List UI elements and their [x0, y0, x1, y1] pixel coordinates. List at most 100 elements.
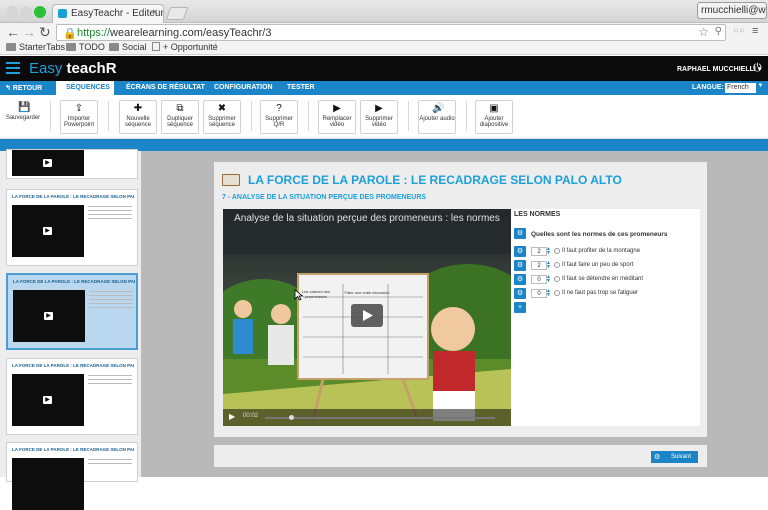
minimize-window-button[interactable] [20, 6, 32, 18]
delete-qa-button[interactable]: ? Supprimer Q/R [260, 100, 298, 134]
tab-tester[interactable]: TESTER [287, 84, 315, 91]
reload-icon[interactable]: ↻ [39, 24, 51, 41]
stepper-arrows-icon[interactable]: ▲ ▼ [546, 247, 552, 256]
favicon-icon [58, 9, 67, 18]
separator [466, 101, 467, 131]
bookmark-star-icon[interactable]: ☆ [698, 25, 709, 39]
whiteboard-col2: Faire une vraie excursion [344, 290, 390, 295]
mouse-cursor-icon [294, 289, 304, 301]
add-answer-button[interactable]: + [514, 302, 526, 313]
video-title: Analyse de la situation perçue des prome… [234, 213, 500, 224]
add-slide-button[interactable]: ▣ Ajouter diapositive [475, 100, 513, 134]
new-tab-button[interactable] [165, 7, 189, 20]
stepper-arrows-icon[interactable]: ▲ ▼ [546, 261, 552, 270]
video-thumbnail [12, 458, 84, 510]
answer-settings-icon[interactable]: ⚙ [514, 288, 526, 299]
back-arrow-icon[interactable]: ← [6, 24, 20, 40]
bottom-bar [214, 445, 707, 467]
delete-video-button[interactable]: ▶ Supprimer vidéo [360, 100, 398, 134]
sequence-title: LA FORCE DE LA PAROLE : LE RECADRAGE SEL… [12, 447, 134, 452]
tab-sequences[interactable]: SÉQUENCES [66, 84, 110, 91]
separator [251, 101, 252, 131]
play-button[interactable] [351, 304, 383, 327]
play-icon: ▶ [44, 312, 53, 320]
tab-close-icon[interactable]: × [152, 7, 158, 18]
video-progress-bar[interactable] [265, 417, 495, 419]
language-select[interactable]: French ▼ [725, 83, 765, 93]
address-bar[interactable]: 🔒 https://wearelearning.com/easyTeachr/3… [56, 24, 726, 41]
sequence-thumbnail-active[interactable]: LA FORCE DE LA PAROLE : LE RECADRAGE SEL… [6, 273, 138, 350]
search-icon[interactable]: ⚲ [715, 26, 722, 37]
bookmark-startertabs[interactable]: StarterTabs [6, 42, 65, 52]
video-progress-thumb[interactable] [289, 415, 294, 420]
answer-radio[interactable] [554, 262, 560, 268]
answer-score-stepper[interactable]: 0 [531, 289, 547, 298]
separator [408, 101, 409, 131]
sequence-title-heading: LA FORCE DE LA PAROLE : LE RECADRAGE SEL… [248, 173, 622, 187]
bookmark-todo[interactable]: TODO [66, 42, 105, 52]
answer-score-stepper[interactable]: 2 [531, 247, 547, 256]
bookmark-social[interactable]: Social [109, 42, 147, 52]
tab-result-screens[interactable]: ÉCRANS DE RÉSULTAT [126, 84, 205, 91]
answer-radio[interactable] [554, 276, 560, 282]
stepper-arrows-icon[interactable]: ▲ ▼ [546, 275, 552, 284]
user-menu[interactable]: RAPHAEL MUCCHIELLI ▾ [677, 65, 761, 73]
play-icon: ▶ [43, 159, 52, 167]
slideshow-icon [222, 174, 240, 186]
bookmark-opportunite[interactable]: + Opportunité [152, 42, 218, 52]
question-settings-icon[interactable]: ⚙ [514, 228, 526, 239]
back-button[interactable]: ↰ RETOUR [5, 84, 42, 92]
duplicate-sequence-button[interactable]: ⧉ Dupliquer séquence [161, 100, 199, 134]
video-player[interactable]: Analyse de la situation perçue des prome… [223, 209, 511, 426]
youtube-icon: ▶ [375, 103, 383, 114]
answer-text: Il faut se détendre en méditant [562, 276, 644, 282]
sequence-subtitle: 7 - ANALYSE DE LA SITUATION PERÇUE DES P… [222, 194, 427, 201]
plus-square-icon: ✚ [133, 103, 143, 114]
next-button[interactable]: ⚙ Suivant [651, 451, 698, 463]
sequence-title: LA FORCE DE LA PAROLE : LE RECADRAGE SEL… [12, 363, 134, 368]
separator [50, 101, 51, 131]
sequence-thumbnail[interactable]: LA FORCE DE LA PAROLE : LE RECADRAGE SEL… [6, 442, 138, 510]
sequence-thumbnail[interactable]: LA FORCE DE LA PAROLE : LE RECADRAGE SEL… [6, 358, 138, 435]
profile-button[interactable]: rmucchielli@we... [697, 2, 767, 19]
delete-sequence-button[interactable]: ✖ Supprimer séquence [203, 100, 241, 134]
sequence-title: LA FORCE DE LA PAROLE : LE RECADRAGE SEL… [13, 279, 135, 284]
sequence-thumbnail[interactable]: ▶ [6, 149, 138, 179]
app-logo: Easy teachR [29, 60, 117, 77]
save-button[interactable]: 💾 Sauvegarder [4, 100, 42, 134]
play-icon: ▶ [43, 227, 52, 235]
answer-score-stepper[interactable]: 2 [531, 261, 547, 270]
hamburger-menu-icon[interactable] [6, 62, 20, 74]
video-thumbnail: ▶ [12, 150, 84, 176]
play-control-icon[interactable]: ▶ [229, 412, 235, 421]
speaker-icon: 🔊 [432, 103, 445, 114]
separator [308, 101, 309, 131]
replace-video-button[interactable]: ▶ Remplacer vidéo [318, 100, 356, 134]
zoom-window-button[interactable] [34, 6, 46, 18]
close-window-button[interactable] [6, 6, 18, 18]
browser-tab[interactable]: EasyTeachr - Editeur de r... × [52, 4, 164, 23]
sequence-title: LA FORCE DE LA PAROLE : LE RECADRAGE SEL… [12, 194, 134, 199]
tab-configuration[interactable]: CONFIGURATION [214, 84, 273, 91]
new-sequence-button[interactable]: ✚ Nouvelle séquence [119, 100, 157, 134]
add-audio-button[interactable]: 🔊 Ajouter audio [418, 100, 456, 134]
main-nav: ↰ RETOUR SÉQUENCES ÉCRANS DE RÉSULTAT CO… [0, 81, 768, 95]
import-powerpoint-button[interactable]: ⇪ Importer Powerpoint [60, 100, 98, 134]
menu-icon[interactable]: ≡ [752, 25, 758, 37]
forward-arrow-icon[interactable]: → [22, 24, 36, 40]
answer-settings-icon[interactable]: ⚙ [514, 274, 526, 285]
questions-panel [511, 209, 700, 426]
tab-title: EasyTeachr - Editeur de r... [71, 8, 164, 19]
play-icon [363, 310, 373, 321]
lock-icon: 🔒 [63, 28, 77, 40]
answer-radio[interactable] [554, 248, 560, 254]
video-thumbnail: ▶ [13, 290, 85, 342]
answer-settings-icon[interactable]: ⚙ [514, 246, 526, 257]
stepper-arrows-icon[interactable]: ▲ ▼ [546, 289, 552, 298]
answer-settings-icon[interactable]: ⚙ [514, 260, 526, 271]
sequence-thumbnail[interactable]: LA FORCE DE LA PAROLE : LE RECADRAGE SEL… [6, 189, 138, 266]
answer-score-stepper[interactable]: 0 [531, 275, 547, 284]
answer-radio[interactable] [554, 290, 560, 296]
power-icon[interactable]: ⏻ [753, 62, 762, 75]
extension-icon[interactable]: ⁙⁙ [733, 27, 745, 35]
